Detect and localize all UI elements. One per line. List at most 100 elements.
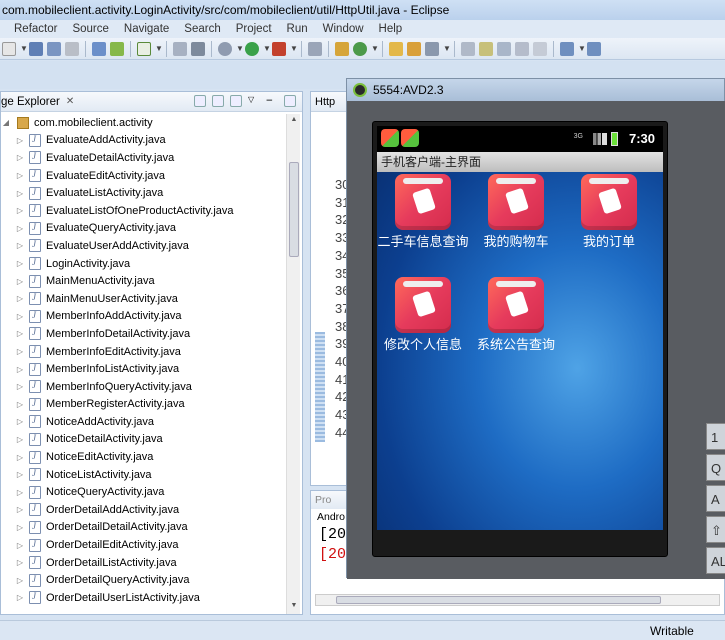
keyboard-key[interactable]: Q [706,454,725,481]
app-bag-icon[interactable] [395,174,451,230]
menu-source[interactable]: Source [72,23,108,35]
collapsed-icon[interactable]: ▷ [15,505,25,514]
device-icon[interactable] [191,41,205,56]
file-tree-item[interactable]: ▷ MemberInfoListActivity.java [1,360,286,378]
file-tree-item[interactable]: ▷ MemberInfoEditActivity.java [1,343,286,361]
highlight-icon[interactable] [479,41,493,56]
menu-refactor[interactable]: Refactor [14,23,57,35]
chevron-down-icon[interactable]: ▼ [155,42,163,56]
file-tree-item[interactable]: ▷ EvaluateQueryActivity.java [1,220,286,238]
file-tree-item[interactable]: ▷ MemberRegisterActivity.java [1,396,286,414]
file-tree-item[interactable]: ▷ MemberInfoQueryActivity.java [1,378,286,396]
print-icon[interactable] [65,41,79,56]
collapse-all-icon[interactable] [194,95,206,107]
save-all-icon[interactable] [47,41,61,56]
collapsed-icon[interactable]: ▷ [15,470,25,479]
view-menu-icon[interactable]: ▽ [248,95,260,107]
collapsed-icon[interactable]: ▷ [15,329,25,338]
app-launcher-item[interactable]: 二手车信息查询 [377,174,469,250]
maximize-icon[interactable] [284,95,296,107]
chevron-down-icon[interactable]: ▼ [20,42,28,56]
collapsed-icon[interactable]: ▷ [15,206,25,215]
app-bag-icon[interactable] [488,277,544,333]
collapsed-icon[interactable]: ▷ [15,294,25,303]
chevron-down-icon[interactable]: ▼ [371,42,379,56]
file-tree-item[interactable]: ▷ NoticeAddActivity.java [1,413,286,431]
save-icon[interactable] [29,41,43,56]
checkbox-icon[interactable] [137,41,151,56]
collapsed-icon[interactable]: ▷ [15,312,25,321]
file-tree-item[interactable]: ▷ EvaluateAddActivity.java [1,132,286,150]
file-tree-item[interactable]: ▷ NoticeEditActivity.java [1,448,286,466]
file-tree-item[interactable]: ▷ EvaluateUserAddActivity.java [1,237,286,255]
focus-icon[interactable] [230,95,242,107]
file-tree-item[interactable]: ▷ NoticeQueryActivity.java [1,483,286,501]
collapsed-icon[interactable]: ▷ [15,541,25,550]
app-bag-icon[interactable] [395,277,451,333]
file-tree-item[interactable]: ▷ EvaluateEditActivity.java [1,167,286,185]
file-tree-item[interactable]: ▷ OrderDetailDetailActivity.java [1,519,286,537]
open-folder-icon[interactable] [389,41,403,56]
wrench-icon[interactable] [173,41,187,56]
close-icon[interactable]: ✕ [66,96,74,107]
horizontal-scrollbar[interactable] [315,594,720,606]
minimize-icon[interactable]: − [266,95,278,107]
chevron-down-icon[interactable]: ▼ [236,42,244,56]
collapsed-icon[interactable]: ▷ [15,153,25,162]
globe-icon[interactable] [353,41,367,56]
collapsed-icon[interactable]: ▷ [15,189,25,198]
new-icon[interactable] [2,41,16,56]
collapsed-icon[interactable]: ▷ [15,277,25,286]
file-tree-item[interactable]: ▷ OrderDetailListActivity.java [1,554,286,572]
app-bag-icon[interactable] [488,174,544,230]
collapsed-icon[interactable]: ▷ [15,382,25,391]
collapsed-icon[interactable]: ▷ [15,347,25,356]
collapsed-icon[interactable]: ▷ [15,593,25,602]
package-explorer-title[interactable]: ge Explorer [1,96,60,108]
collapsed-icon[interactable]: ▷ [15,558,25,567]
menu-navigate[interactable]: Navigate [124,23,169,35]
collapsed-icon[interactable]: ▷ [15,171,25,180]
new-class-icon[interactable] [335,41,349,56]
file-tree-item[interactable]: ▷ OrderDetailAddActivity.java [1,501,286,519]
chevron-down-icon[interactable]: ▼ [578,42,586,56]
file-tree-item[interactable]: ▷ OrderDetailUserListActivity.java [1,589,286,607]
menu-help[interactable]: Help [379,23,403,35]
next-annotation-icon[interactable] [560,41,574,56]
collapsed-icon[interactable]: ▷ [15,400,25,409]
file-tree-item[interactable]: ▷ NoticeListActivity.java [1,466,286,484]
collapsed-icon[interactable]: ▷ [15,224,25,233]
app-launcher-item[interactable]: 我的订单 [563,174,655,250]
gear-icon[interactable] [218,41,232,56]
package-node[interactable]: ◢ com.mobileclient.activity [1,114,286,132]
menu-project[interactable]: Project [236,23,272,35]
scroll-down-icon[interactable]: ▼ [289,602,299,612]
run-icon[interactable] [245,41,259,56]
file-tree-item[interactable]: ▷ OrderDetailEditActivity.java [1,536,286,554]
app-launcher-item[interactable]: 系统公告查询 [470,277,562,353]
paragraph-icon[interactable] [533,41,547,56]
file-tree-item[interactable]: ▷ MainMenuActivity.java [1,272,286,290]
collapsed-icon[interactable]: ▷ [15,435,25,444]
scroll-up-icon[interactable]: ▲ [289,116,299,126]
pin-icon[interactable] [461,41,475,56]
collapsed-icon[interactable]: ▷ [15,453,25,462]
file-tree-item[interactable]: ▷ EvaluateListOfOneProductActivity.java [1,202,286,220]
keyboard-key[interactable]: ⇧ [706,516,725,543]
chevron-down-icon[interactable]: ▼ [290,42,298,56]
collapsed-icon[interactable]: ▷ [15,488,25,497]
download-icon[interactable] [92,41,106,56]
menu-run[interactable]: Run [287,23,308,35]
collapsed-icon[interactable]: ▷ [15,417,25,426]
collapsed-icon[interactable]: ▷ [15,523,25,532]
file-tree-item[interactable]: ▷ EvaluateListActivity.java [1,184,286,202]
block-icon[interactable] [515,41,529,56]
app-launcher-item[interactable]: 修改个人信息 [377,277,469,353]
collapsed-icon[interactable]: ▷ [15,576,25,585]
prev-annotation-icon[interactable] [587,41,601,56]
scrollbar-thumb[interactable] [289,162,299,257]
vertical-scrollbar[interactable]: ▲ ▼ [286,114,300,614]
app-launcher-item[interactable]: 我的购物车 [470,174,562,250]
expanded-icon[interactable]: ◢ [1,118,11,127]
chevron-down-icon[interactable]: ▼ [443,42,451,56]
